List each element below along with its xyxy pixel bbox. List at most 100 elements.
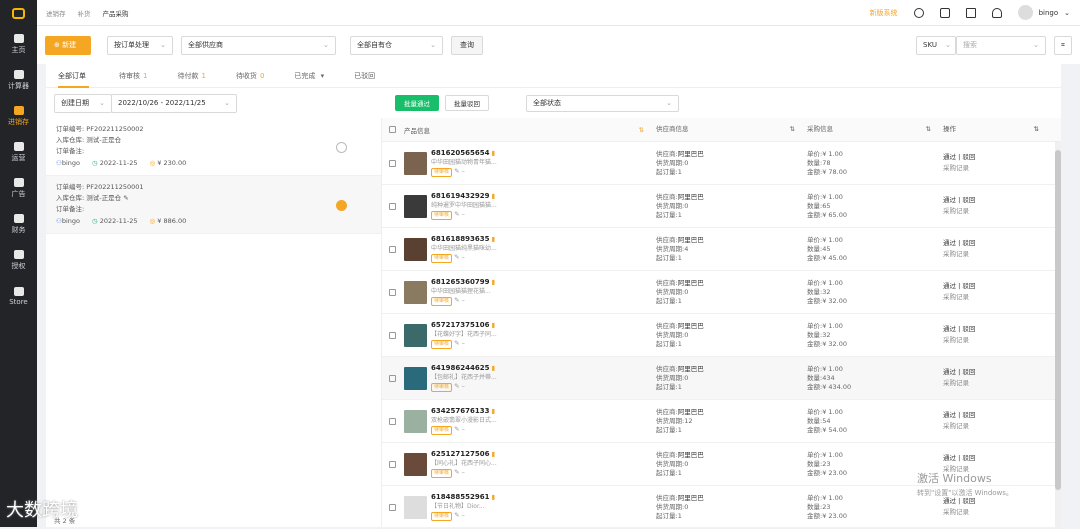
purchase-record-link[interactable]: 采购记录 [943, 206, 1043, 217]
purchase-record-link[interactable]: 采购记录 [943, 378, 1043, 389]
status-select[interactable]: 全部状态 [526, 94, 679, 112]
tab[interactable]: 待收货 0 [236, 64, 264, 88]
edit-icon[interactable]: ✎ – [454, 339, 465, 347]
purchase-record-link[interactable]: 采购记录 [943, 507, 1043, 518]
reject-link[interactable]: 驳回 [962, 411, 975, 419]
supplier-select[interactable]: 全部供应商 [181, 35, 336, 55]
table-row[interactable]: 641986244625 ▮ 【包邮礼】花西子并蒂... 待审核 ✎ – 供应商:阿里… [382, 357, 1061, 400]
table-row[interactable]: 681619432929 ▮ 纯种暹罗中华田园猫猫... 待审核 ✎ – 供应商:阿里… [382, 185, 1061, 228]
tab[interactable]: 待付款 1 [177, 64, 205, 88]
sidebar-item[interactable]: 主页 [0, 26, 37, 62]
header-actions[interactable]: 操作 ⇅ [943, 124, 1043, 135]
row-checkbox[interactable] [389, 503, 396, 511]
new-version-link[interactable]: 新版系统 [870, 8, 898, 18]
product-sku[interactable]: 681618893635 [431, 235, 489, 243]
edit-icon[interactable]: ✎ – [454, 425, 465, 433]
pass-link[interactable]: 通过 [943, 325, 956, 333]
purchase-record-link[interactable]: 采购记录 [943, 163, 1043, 174]
sidebar-item[interactable]: 财务 [0, 206, 37, 242]
batch-reject-button[interactable]: 批量驳回 [445, 95, 489, 111]
reject-link[interactable]: 驳回 [962, 153, 975, 161]
sidebar-item[interactable]: 授权 [0, 242, 37, 278]
product-sku[interactable]: 618488552961 [431, 493, 489, 501]
arrow-right-icon[interactable] [336, 142, 347, 153]
purchase-record-link[interactable]: 采购记录 [943, 292, 1043, 303]
sort-icon[interactable]: ⇅ [790, 125, 795, 134]
row-checkbox[interactable] [389, 460, 396, 468]
sku-type-select[interactable]: SKU [916, 35, 957, 55]
purchase-record-link[interactable]: 采购记录 [943, 335, 1043, 346]
video-icon[interactable] [939, 7, 950, 18]
pass-link[interactable]: 通过 [943, 454, 956, 462]
product-sku[interactable]: 681620565654 [431, 149, 489, 157]
header-purchase[interactable]: 采购信息 ⇅ [807, 125, 943, 134]
pass-link[interactable]: 通过 [943, 196, 956, 204]
tab[interactable]: 已驳回 [354, 64, 378, 88]
row-checkbox[interactable] [389, 417, 396, 425]
batch-pass-button[interactable]: 批量通过 [395, 95, 439, 111]
select-all-checkbox[interactable] [389, 126, 396, 133]
order-card[interactable]: 订单编号: PF202211250002 入库仓库: 测试-正是仓 订单备注: ⚇bi… [46, 118, 381, 176]
table-row[interactable]: 681618893635 ▮ 中华田园猫纯黑猫咪幼... 待审核 ✎ – 供应商:阿里… [382, 228, 1061, 271]
row-checkbox[interactable] [389, 159, 396, 167]
scrollbar[interactable] [1055, 142, 1061, 527]
row-checkbox[interactable] [389, 245, 396, 253]
breadcrumb-replenish[interactable]: 补货 [78, 8, 91, 18]
document-icon[interactable] [965, 7, 976, 18]
tab[interactable]: 待审核 1 [119, 64, 147, 88]
purchase-record-link[interactable]: 采购记录 [943, 249, 1043, 260]
edit-icon[interactable]: ✎ – [454, 210, 465, 218]
breadcrumb-home[interactable]: 进销存 [46, 8, 66, 18]
mode-select[interactable]: 按订单处理 [107, 35, 173, 55]
purchase-record-link[interactable]: 采购记录 [943, 421, 1043, 432]
pass-link[interactable]: 通过 [943, 282, 956, 290]
reject-link[interactable]: 驳回 [962, 368, 975, 376]
sort-icon[interactable]: ⇅ [639, 126, 644, 134]
search-input[interactable]: 搜索 [956, 35, 1047, 55]
date-range-picker[interactable]: 2022/10/26 - 2022/11/25 [111, 93, 237, 113]
product-sku[interactable]: 625127127506 [431, 450, 489, 458]
reject-link[interactable]: 驳回 [962, 282, 975, 290]
tab[interactable]: 全部订单 [58, 64, 89, 88]
table-row[interactable]: 681265360799 ▮ 中华田园猫猫狸花猫... 待审核 ✎ – 供应商:阿里巴… [382, 271, 1061, 314]
table-row[interactable]: 681620565654 ▮ 中华田园猫动物青年猫... 待审核 ✎ – 供应商:阿里… [382, 142, 1061, 185]
app-logo[interactable] [0, 0, 37, 26]
sort-icon[interactable]: ⇅ [926, 125, 931, 134]
product-sku[interactable]: 657217375106 [431, 321, 489, 329]
pass-link[interactable]: 通过 [943, 368, 956, 376]
header-supplier[interactable]: 供应商信息 ⇅ [656, 125, 807, 134]
table-row[interactable]: 657217375106 ▮ 【花蝶好字】花西子同... 待审核 ✎ – 供应商:阿里… [382, 314, 1061, 357]
edit-icon[interactable]: ✎ – [454, 167, 465, 175]
tab[interactable]: 已完成 ▾ [294, 64, 324, 88]
reject-link[interactable]: 驳回 [962, 325, 975, 333]
order-card[interactable]: 订单编号: PF202211250001 入库仓库: 测试-正是仓 ✎ 订单备注: ⚇… [46, 176, 381, 234]
new-button[interactable]: ⊕ 新建 [45, 35, 91, 55]
pass-link[interactable]: 通过 [943, 411, 956, 419]
sidebar-item[interactable]: 进销存 [0, 98, 37, 134]
edit-icon[interactable]: ✎ – [454, 468, 465, 476]
sidebar-item[interactable]: 计算器 [0, 62, 37, 98]
edit-icon[interactable]: ✎ – [454, 253, 465, 261]
reject-link[interactable]: 驳回 [962, 196, 975, 204]
pass-link[interactable]: 通过 [943, 239, 956, 247]
arrow-right-icon[interactable] [336, 200, 347, 211]
row-checkbox[interactable] [389, 202, 396, 210]
sort-icon[interactable]: ⇅ [1034, 124, 1039, 135]
sidebar-item[interactable]: 广告 [0, 170, 37, 206]
warehouse-select[interactable]: 全部自有仓 [350, 35, 443, 55]
product-sku[interactable]: 681619432929 [431, 192, 489, 200]
product-sku[interactable]: 634257676133 [431, 407, 489, 415]
user-menu[interactable]: bingo ⌄ [1017, 5, 1070, 20]
product-sku[interactable]: 681265360799 [431, 278, 489, 286]
header-product[interactable]: 产品信息 ⇅ [404, 125, 656, 135]
reject-link[interactable]: 驳回 [962, 239, 975, 247]
row-checkbox[interactable] [389, 288, 396, 296]
pass-link[interactable]: 通过 [943, 153, 956, 161]
bell-icon[interactable] [991, 7, 1002, 18]
date-type-select[interactable]: 创建日期 [54, 93, 112, 113]
table-row[interactable]: 634257676133 ▮ 双枪嵌翡翠小漫影日式... 待审核 ✎ – 供应商:阿里… [382, 400, 1061, 443]
sidebar-item[interactable]: Store [0, 278, 37, 314]
edit-icon[interactable]: ✎ [123, 194, 128, 202]
column-settings-button[interactable]: ⌗ [1054, 35, 1072, 55]
edit-icon[interactable]: ✎ – [454, 511, 465, 519]
